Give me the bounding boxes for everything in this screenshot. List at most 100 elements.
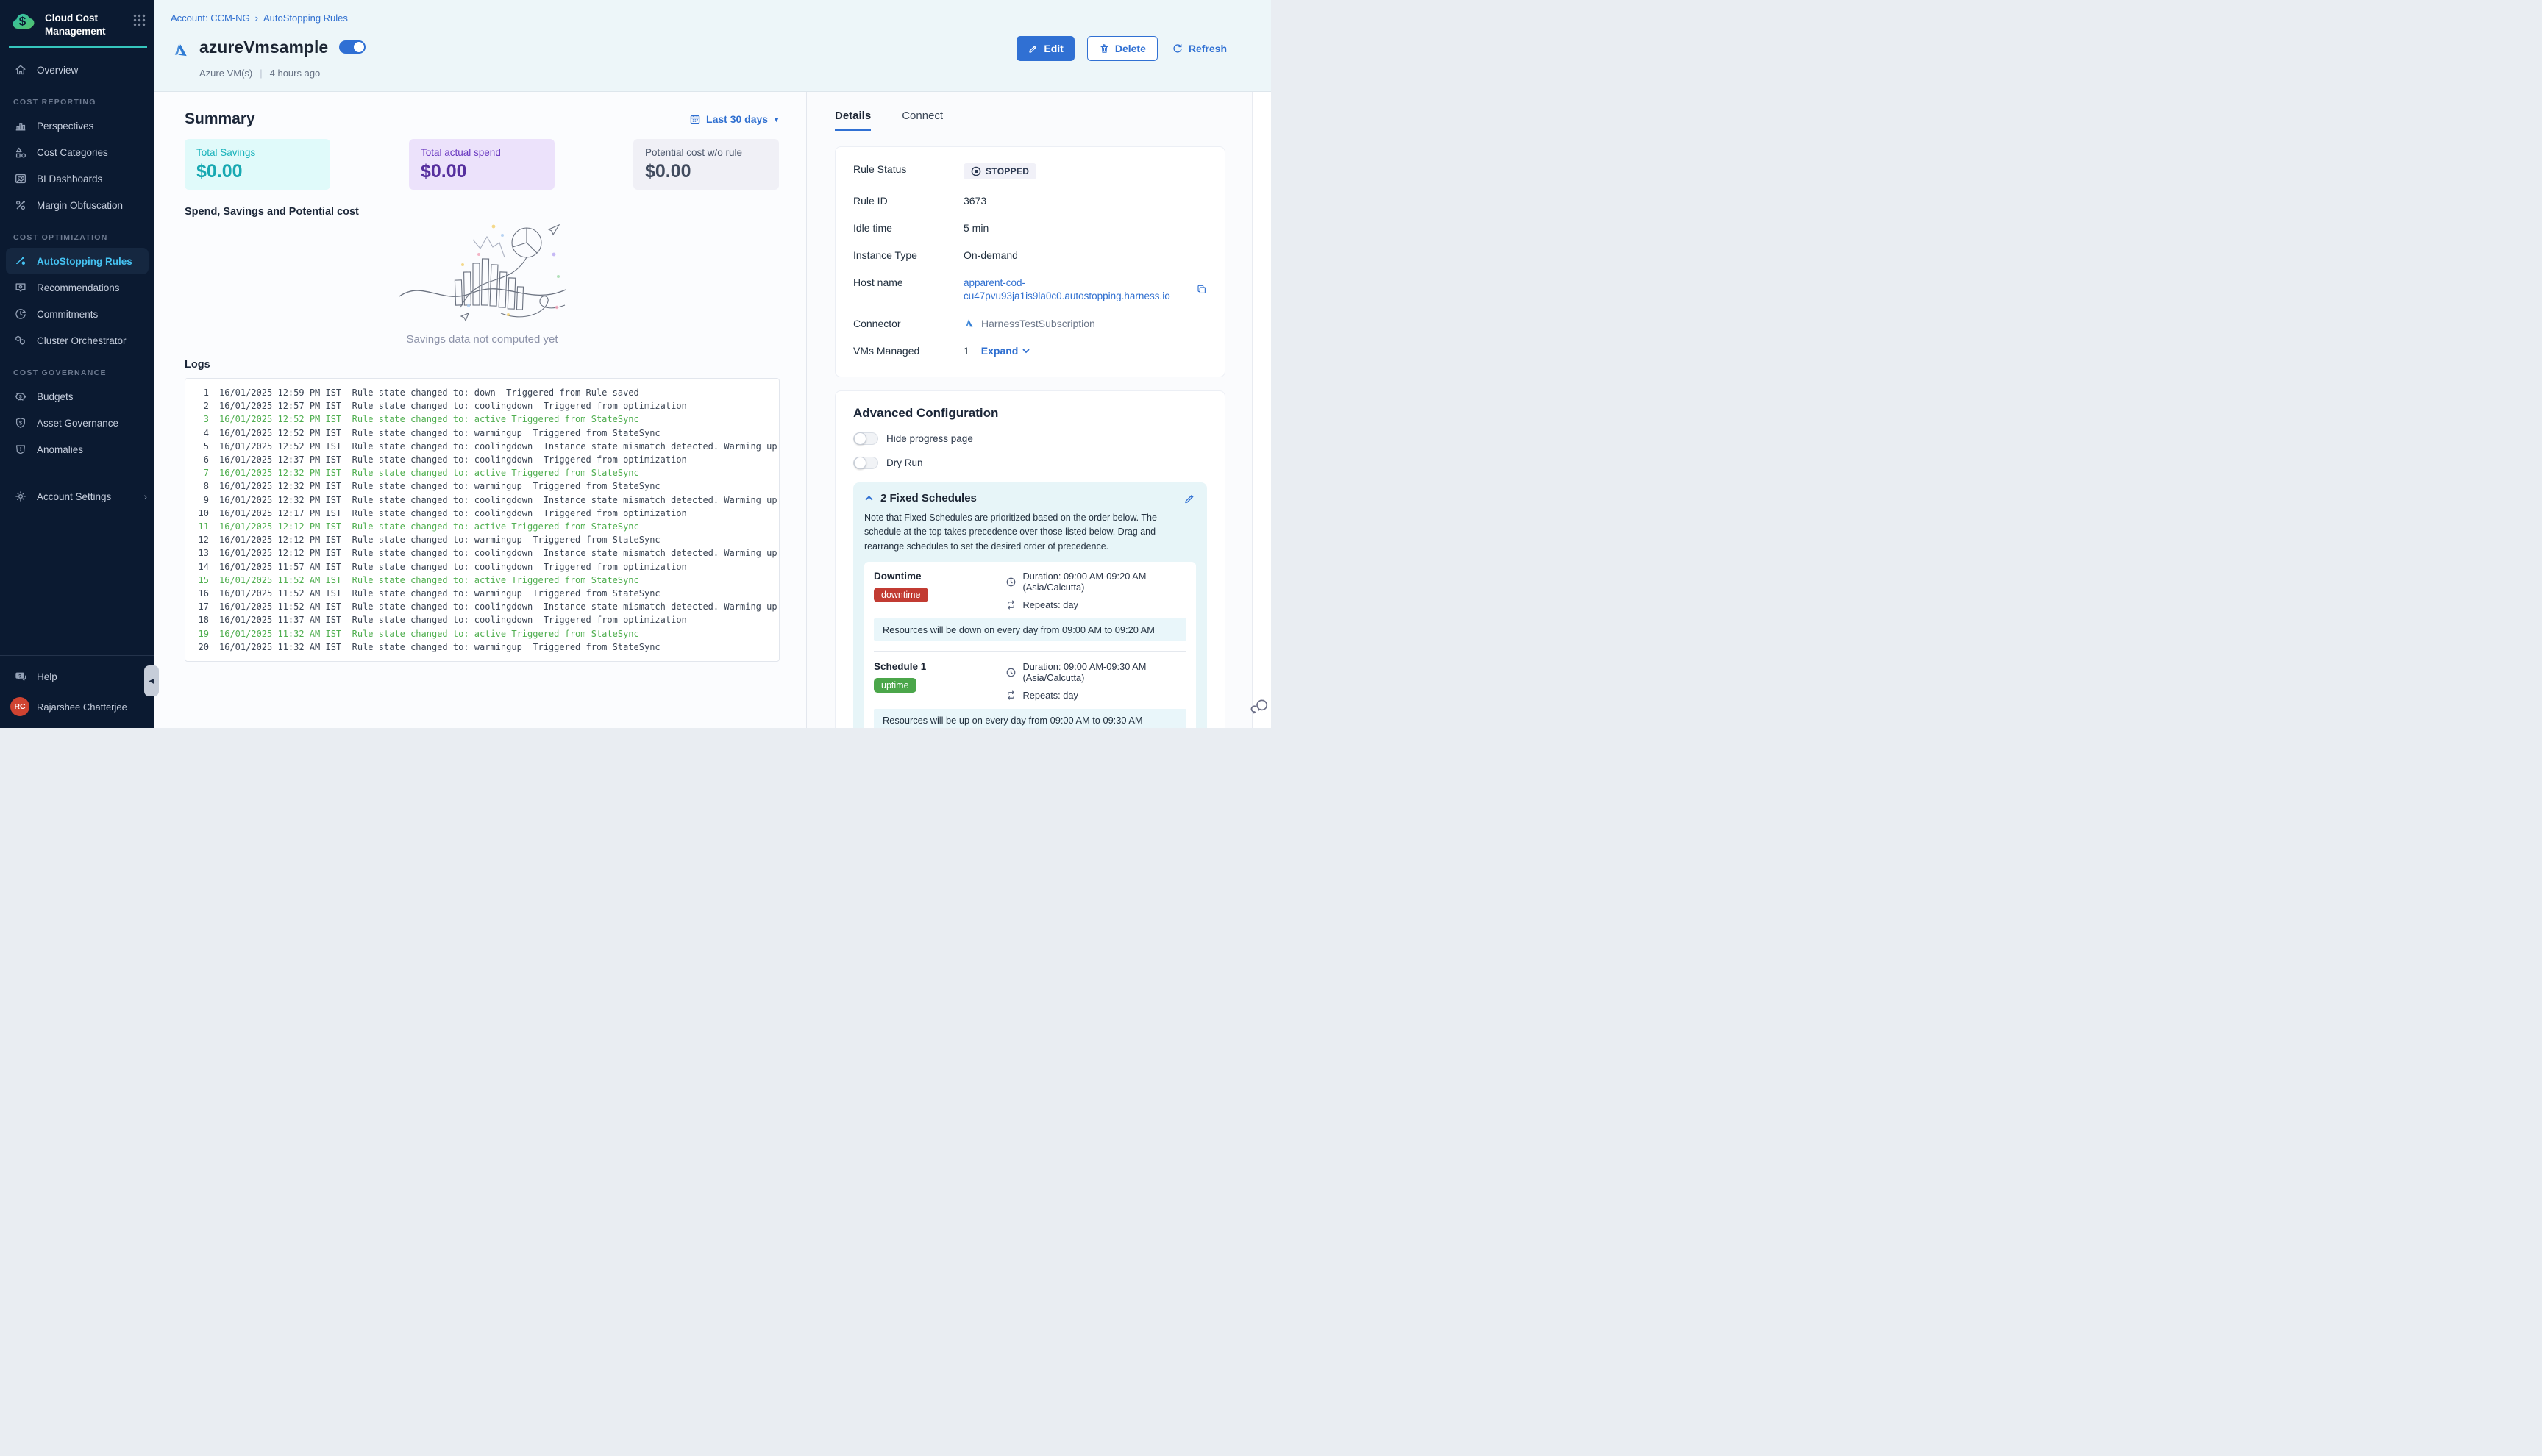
log-line: 916/01/2025 12:32 PM IST Rule state chan… — [185, 493, 773, 507]
sidebar-item-label: Recommendations — [37, 282, 120, 293]
schedule-repeats: Repeats: day — [1023, 690, 1078, 701]
schedule-badge: downtime — [874, 588, 928, 602]
sidebar-collapse-handle[interactable]: ◀ — [144, 665, 159, 696]
dry-run-toggle-row: Dry Run — [853, 457, 1207, 469]
svg-text:!: ! — [20, 446, 22, 452]
card-value: $0.00 — [421, 161, 543, 182]
empty-chart-state: Savings data not computed yet — [185, 219, 780, 346]
recommendation-icon — [13, 280, 28, 295]
main-content: Summary Last 30 days ▼ Total Savings $0.… — [154, 92, 1271, 728]
schedule-divider — [874, 651, 1186, 652]
chevron-down-icon — [1022, 346, 1030, 355]
tab-details[interactable]: Details — [835, 110, 871, 131]
sidebar-item-account-settings[interactable]: Account Settings › — [0, 483, 154, 510]
schedule-repeats: Repeats: day — [1023, 599, 1078, 610]
instance-type-label: Instance Type — [853, 249, 964, 261]
empty-chart-text: Savings data not computed yet — [185, 333, 780, 346]
user-name: Rajarshee Chatterjee — [37, 702, 127, 713]
sidebar-item-commitments[interactable]: Commitments — [0, 301, 154, 327]
brand-header: $ Cloud Cost Management — [0, 0, 154, 38]
dry-run-toggle[interactable] — [853, 457, 878, 469]
log-line: 1516/01/2025 11:52 AM IST Rule state cha… — [185, 574, 773, 587]
tab-connect[interactable]: Connect — [902, 110, 943, 131]
delete-button[interactable]: Delete — [1087, 36, 1158, 61]
rule-enabled-toggle[interactable] — [339, 40, 366, 54]
schedules-note: Note that Fixed Schedules are prioritize… — [864, 511, 1196, 554]
sidebar-item-bi-dashboards[interactable]: BI Dashboards — [0, 165, 154, 192]
piggy-bank-icon: $ — [13, 389, 28, 404]
refresh-button[interactable]: Refresh — [1170, 36, 1228, 61]
hide-progress-toggle[interactable] — [853, 432, 878, 445]
idle-time-value: 5 min — [964, 222, 989, 234]
rule-title-row: azureVmsample — [171, 34, 366, 60]
sidebar-item-label: Anomalies — [37, 444, 83, 455]
breadcrumb-separator: › — [255, 13, 258, 24]
azure-icon-small — [964, 318, 975, 329]
sidebar-item-overview[interactable]: Overview — [0, 57, 154, 83]
support-chat-icon[interactable] — [1250, 697, 1270, 716]
sidebar-item-margin-obfuscation[interactable]: Margin Obfuscation — [0, 192, 154, 218]
fixed-schedules-title: 2 Fixed Schedules — [880, 492, 977, 504]
schedule-duration: Duration: 09:00 AM-09:20 AM (Asia/Calcut… — [1023, 571, 1187, 593]
schedule-summary: Resources will be up on every day from 0… — [874, 709, 1186, 728]
log-line: 1716/01/2025 11:52 AM IST Rule state cha… — [185, 600, 773, 613]
page-title: azureVmsample — [199, 38, 328, 57]
breadcrumb-page[interactable]: AutoStopping Rules — [263, 13, 348, 24]
sidebar-item-asset-governance[interactable]: $ Asset Governance — [0, 410, 154, 436]
connector-label: Connector — [853, 318, 964, 329]
sidebar-item-label: Margin Obfuscation — [37, 200, 123, 211]
sidebar-item-label: Asset Governance — [37, 418, 118, 429]
chevron-up-icon[interactable] — [864, 493, 874, 503]
schedule-badge: uptime — [874, 678, 916, 693]
breadcrumb: Account: CCM-NG › AutoStopping Rules — [171, 13, 348, 24]
dry-run-label: Dry Run — [886, 457, 923, 468]
sidebar-item-budgets[interactable]: $ Budgets — [0, 383, 154, 410]
percent-icon — [13, 198, 28, 213]
card-value: $0.00 — [196, 161, 318, 182]
sidebar-item-label: Commitments — [37, 309, 98, 320]
sidebar-item-label: BI Dashboards — [37, 174, 102, 185]
header-actions: Edit Delete Refresh — [1017, 36, 1228, 61]
sidebar-item-perspectives[interactable]: Perspectives — [0, 113, 154, 139]
card-label: Total Savings — [196, 147, 318, 158]
expand-link[interactable]: Expand — [981, 345, 1031, 357]
schedules-list: Downtime downtime Duration: 09:00 AM-09:… — [864, 562, 1196, 728]
section-cost-optimization: COST OPTIMIZATION — [13, 233, 154, 242]
breadcrumb-account[interactable]: Account: CCM-NG — [171, 13, 250, 24]
sidebar-item-recommendations[interactable]: Recommendations — [0, 274, 154, 301]
sidebar-item-cost-categories[interactable]: Cost Categories — [0, 139, 154, 165]
schedule-item-downtime[interactable]: Downtime downtime Duration: 09:00 AM-09:… — [874, 571, 1186, 610]
sidebar-item-cluster-orchestrator[interactable]: Cluster Orchestrator — [0, 327, 154, 354]
log-line: 816/01/2025 12:32 PM IST Rule state chan… — [185, 479, 773, 493]
sidebar-item-anomalies[interactable]: ! Anomalies — [0, 436, 154, 463]
fixed-schedules-panel: 2 Fixed Schedules Note that Fixed Schedu… — [853, 482, 1207, 728]
edit-schedules-icon[interactable] — [1183, 492, 1196, 504]
logs-panel[interactable]: 116/01/2025 12:59 PM IST Rule state chan… — [185, 378, 780, 662]
clock-history-icon — [13, 307, 28, 321]
schedule-item-uptime[interactable]: Schedule 1 uptime Duration: 09:00 AM-09:… — [874, 661, 1186, 701]
log-line: 316/01/2025 12:52 PM IST Rule state chan… — [185, 413, 773, 426]
copy-icon[interactable] — [1196, 284, 1207, 295]
sidebar-item-help[interactable]: ? Help — [0, 663, 154, 690]
potential-cost-card: Potential cost w/o rule $0.00 — [633, 139, 779, 190]
sidebar-item-label: Cluster Orchestrator — [37, 335, 127, 346]
host-name-link[interactable]: apparent-cod-cu47pvu93ja1is9la0c0.autost… — [964, 276, 1207, 302]
log-line: 716/01/2025 12:32 PM IST Rule state chan… — [185, 466, 773, 479]
svg-text:?: ? — [18, 674, 21, 679]
connector-value: HarnessTestSubscription — [964, 318, 1095, 329]
stopped-icon — [971, 166, 981, 176]
user-menu[interactable]: RC Rajarshee Chatterjee — [0, 690, 154, 716]
rule-type: Azure VM(s) — [199, 68, 252, 79]
clock-icon — [1005, 667, 1017, 678]
details-card: Rule Status STOPPED Rule ID 3673 Idle ti… — [835, 146, 1225, 377]
sidebar-item-label: Overview — [37, 65, 78, 76]
summary-cards: Total Savings $0.00 Total actual spend $… — [185, 139, 780, 190]
edit-button[interactable]: Edit — [1017, 36, 1074, 61]
calendar-icon — [689, 113, 701, 125]
date-range-picker[interactable]: Last 30 days ▼ — [689, 113, 780, 125]
date-range-label: Last 30 days — [706, 113, 768, 125]
sidebar: $ Cloud Cost Management O — [0, 0, 154, 728]
module-grid-icon[interactable] — [133, 14, 146, 26]
log-line: 416/01/2025 12:52 PM IST Rule state chan… — [185, 427, 773, 440]
sidebar-item-autostopping-rules[interactable]: AutoStopping Rules — [6, 248, 149, 274]
